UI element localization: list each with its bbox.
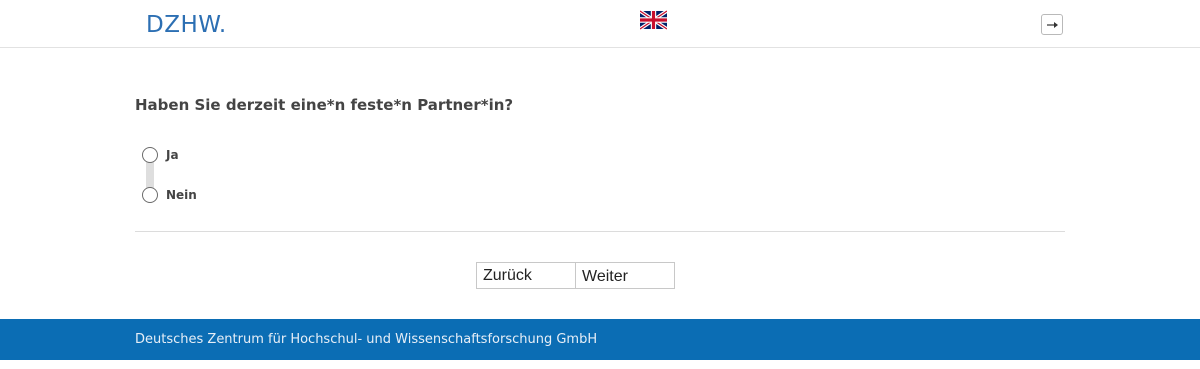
logout-arrow-icon [1047, 22, 1058, 28]
footer-bar: Deutsches Zentrum für Hochschul- und Wis… [0, 319, 1200, 360]
question-text: Haben Sie derzeit eine*n feste*n Partner… [135, 96, 514, 114]
option-label-nein[interactable]: Nein [166, 188, 197, 202]
option-label-ja[interactable]: Ja [166, 148, 179, 162]
uk-flag-icon[interactable] [640, 10, 667, 30]
radio-button-nein[interactable] [142, 187, 158, 203]
footer-text: Deutsches Zentrum für Hochschul- und Wis… [135, 332, 598, 347]
header-bar: DZHW. [0, 0, 1200, 48]
radio-button-ja[interactable] [142, 147, 158, 163]
dzhw-logo: DZHW. [146, 12, 227, 38]
back-button[interactable]: Zurück [476, 262, 576, 289]
navigation-buttons: Zurück Weiter [476, 262, 675, 289]
next-button[interactable]: Weiter [575, 262, 675, 289]
logout-button[interactable] [1041, 14, 1063, 35]
divider [135, 231, 1065, 232]
